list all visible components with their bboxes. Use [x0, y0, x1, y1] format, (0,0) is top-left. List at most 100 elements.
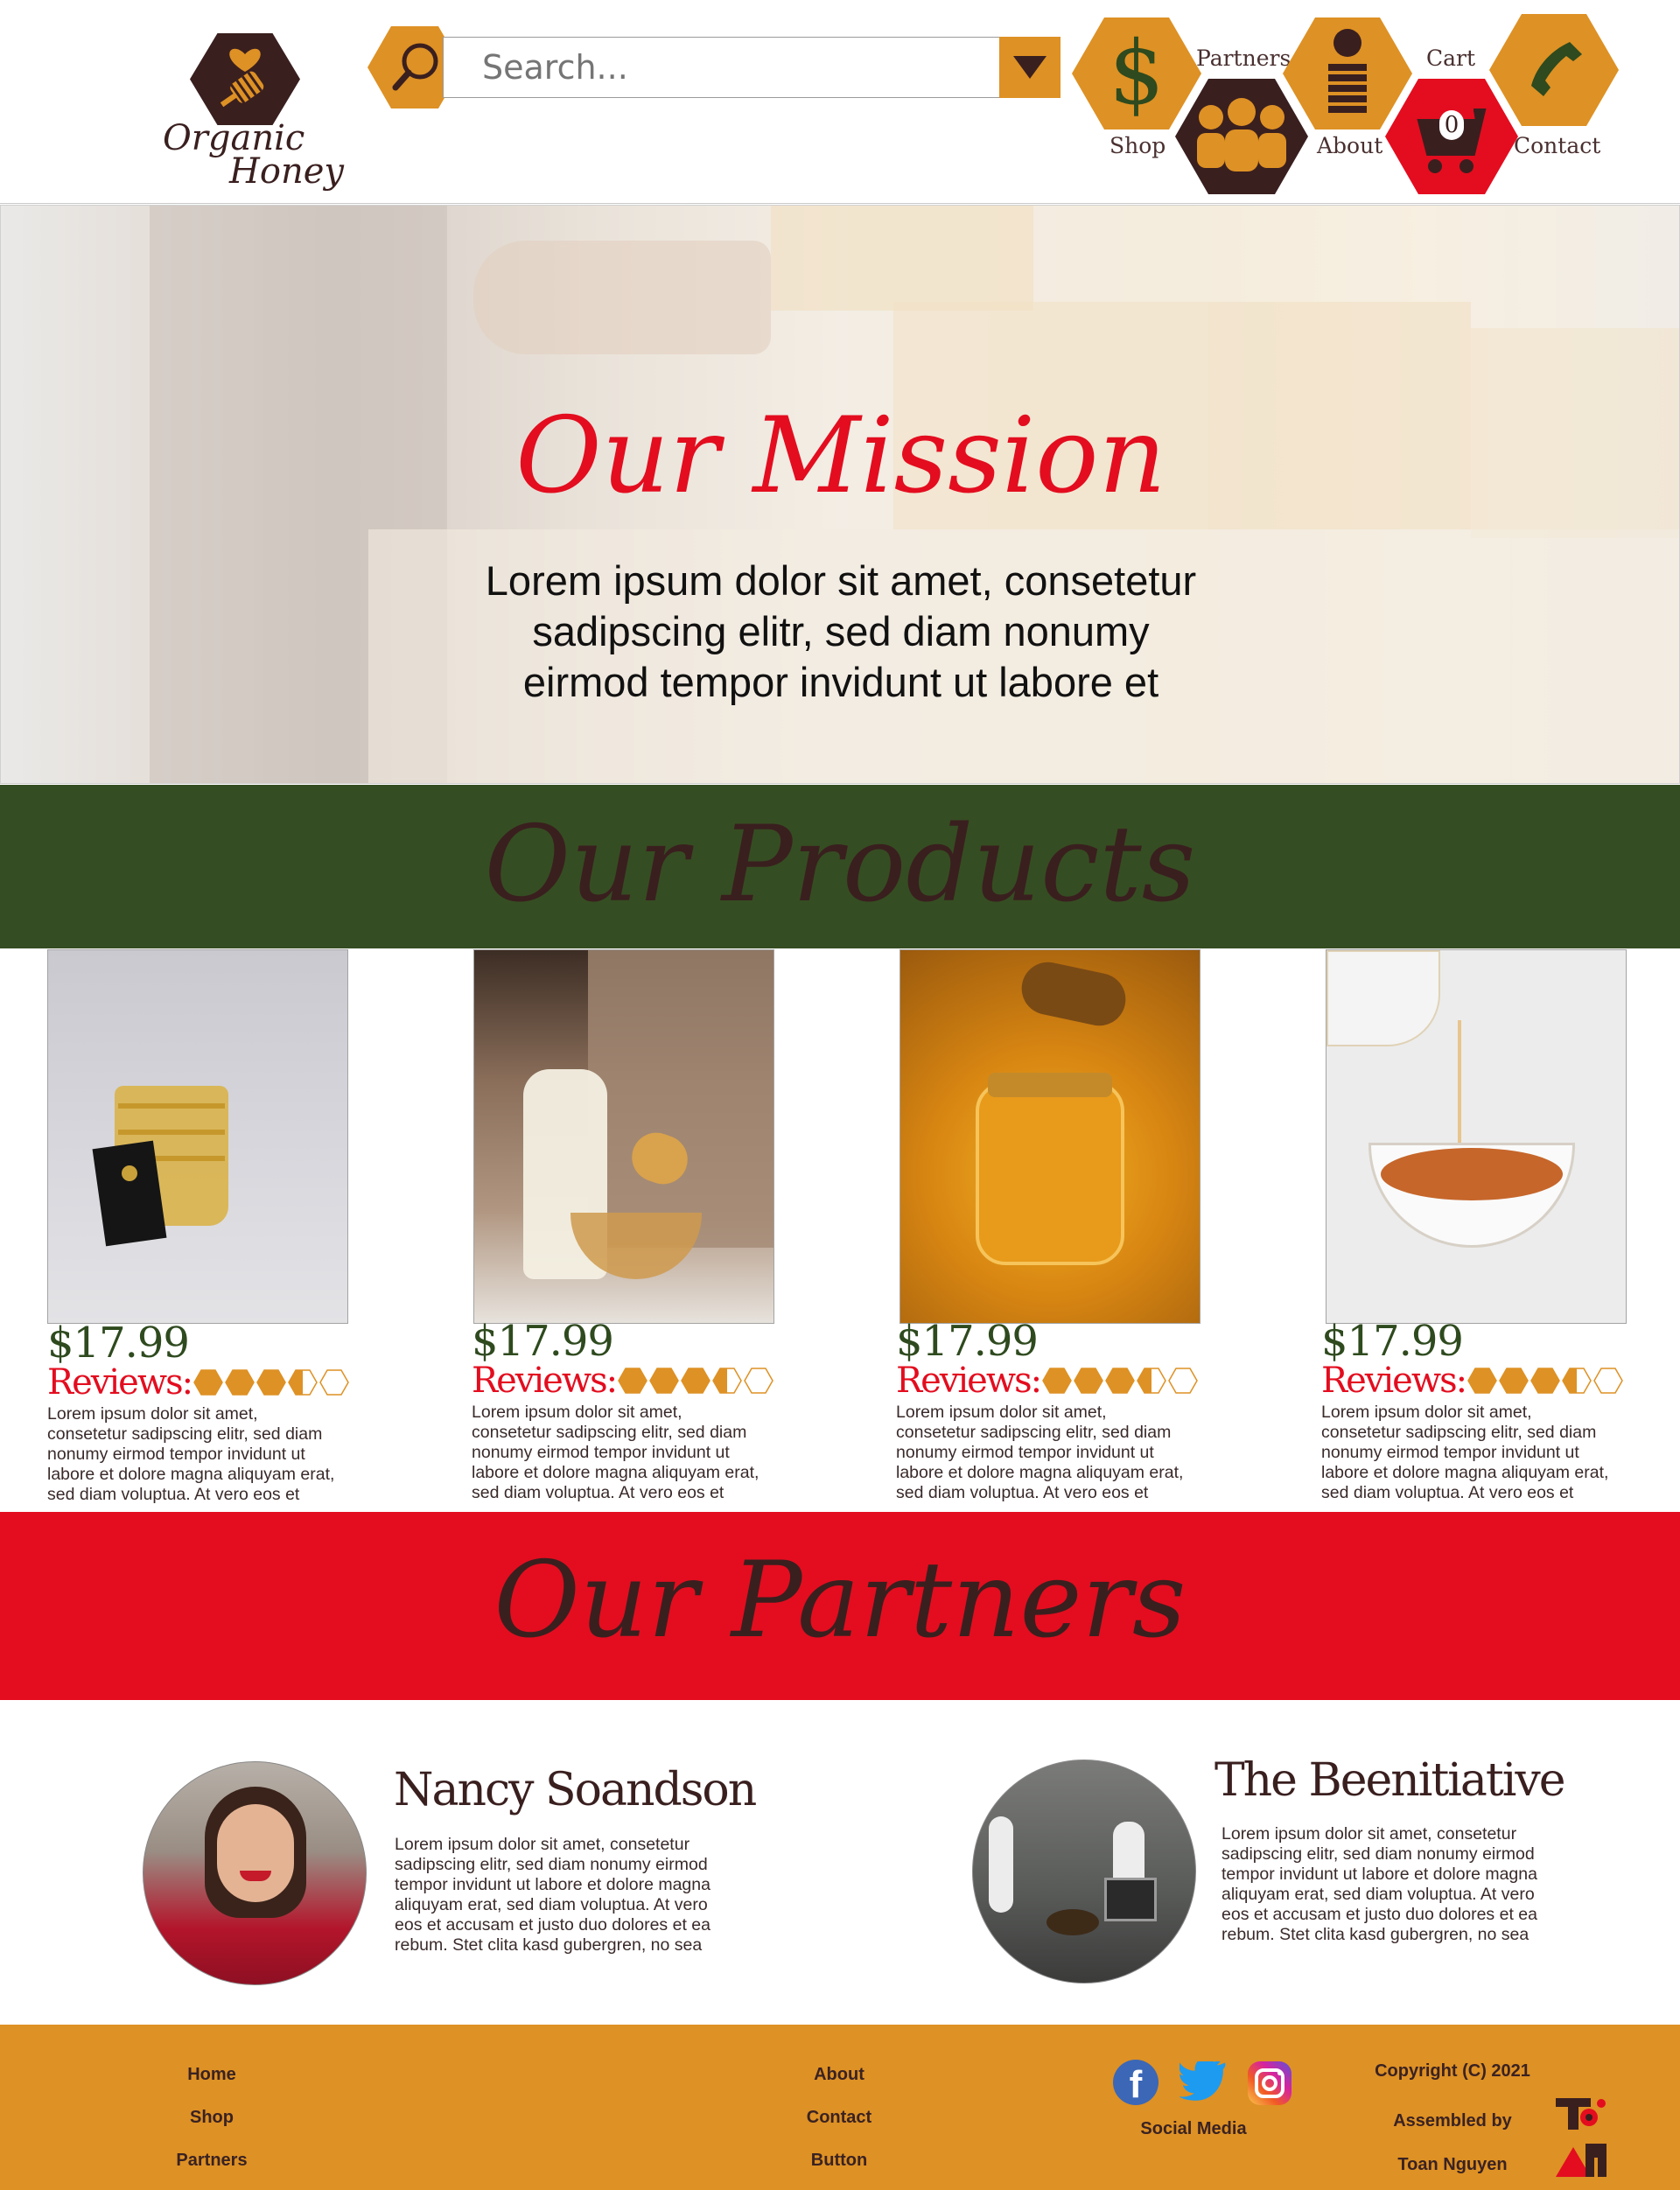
- honey-dipper-icon: [190, 33, 300, 125]
- desc-line: sed diam voluptua. At vero eos et: [47, 1485, 300, 1504]
- product-image-milk-honey[interactable]: [473, 949, 774, 1324]
- desc-line: aliquyam erat, sed diam voluptua. At ver…: [395, 1895, 708, 1914]
- rating-hexagons: [193, 1369, 351, 1396]
- twitter-icon[interactable]: [1180, 2061, 1228, 2103]
- nav-about-label[interactable]: About: [1317, 133, 1382, 158]
- partners-section-header: Our Partners: [0, 1512, 1680, 1700]
- rating-hexagon-icon: [1137, 1368, 1166, 1394]
- rating-hexagon-icon: [256, 1369, 286, 1396]
- product-description: Lorem ipsum dolor sit amet, consetetur s…: [896, 1403, 1198, 1503]
- desc-line: sed diam voluptua. At vero eos et: [472, 1483, 724, 1502]
- desc-line: labore et dolore magna aliquyam erat,: [472, 1463, 760, 1482]
- desc-line: labore et dolore magna aliquyam erat,: [896, 1463, 1184, 1482]
- product-price: $17.99: [896, 1317, 1039, 1366]
- product-card: $17.99 Reviews: Lorem ipsum dolor sit am…: [472, 1317, 787, 1503]
- rating-hexagon-icon: [649, 1368, 679, 1394]
- nav-partners-label[interactable]: Partners: [1196, 45, 1291, 71]
- rating-hexagon-icon: [1530, 1368, 1560, 1394]
- product-card: $17.99 Reviews: Lorem ipsum dolor sit am…: [896, 1317, 1211, 1503]
- product-price: $17.99: [47, 1319, 190, 1368]
- desc-line: Lorem ipsum dolor sit amet, consetetur: [1222, 1824, 1517, 1844]
- person-info-icon: [1328, 29, 1367, 113]
- cart-count-badge: 0: [1439, 110, 1464, 140]
- rating-hexagon-icon: [193, 1369, 223, 1396]
- desc-line: Lorem ipsum dolor sit amet,: [896, 1403, 1107, 1422]
- product-image-tea[interactable]: [1326, 949, 1627, 1324]
- desc-line: rebum. Stet clita kasd gubergren, no sea: [1222, 1925, 1530, 1944]
- nav-contact-button[interactable]: [1489, 14, 1619, 126]
- hero-title: Our Mission: [515, 395, 1166, 517]
- product-price: $17.99: [1321, 1317, 1464, 1366]
- reviews-label: Reviews:: [896, 1361, 1042, 1401]
- footer-link-about[interactable]: About: [752, 2065, 927, 2085]
- nav-shop-label[interactable]: Shop: [1110, 133, 1166, 158]
- rating-hexagon-icon: [319, 1369, 349, 1396]
- desc-line: Lorem ipsum dolor sit amet,: [1321, 1403, 1532, 1422]
- product-card: $17.99 Reviews: Lorem ipsum dolor sit am…: [1321, 1317, 1636, 1503]
- desc-line: nonumy eirmod tempor invidunt ut: [472, 1443, 730, 1462]
- facebook-icon[interactable]: f: [1113, 2060, 1158, 2106]
- logo[interactable]: Organic Honey: [158, 26, 350, 197]
- desc-line: sadipscing elitr, sed diam nonumy eirmod: [1222, 1844, 1535, 1864]
- nav-contact-label[interactable]: Contact: [1514, 133, 1600, 158]
- hero-body-line: Lorem ipsum dolor sit amet, consetetur: [485, 557, 1197, 604]
- author-name: Toan Nguyen: [1397, 2155, 1508, 2174]
- phone-icon: [1531, 42, 1582, 96]
- search-input[interactable]: [443, 37, 999, 98]
- chevron-down-icon: [1013, 56, 1046, 79]
- nav-cart-label[interactable]: Cart: [1426, 45, 1475, 71]
- product-description: Lorem ipsum dolor sit amet, consetetur s…: [1321, 1403, 1623, 1503]
- rating-hexagon-icon: [225, 1369, 255, 1396]
- rating-hexagon-icon: [712, 1368, 742, 1394]
- desc-line: rebum. Stet clita kasd gubergren, no sea: [395, 1935, 703, 1955]
- desc-line: Lorem ipsum dolor sit amet,: [47, 1404, 258, 1424]
- desc-line: nonumy eirmod tempor invidunt ut: [896, 1443, 1154, 1462]
- desc-line: consetetur sadipscing elitr, sed diam: [896, 1423, 1172, 1442]
- rating-hexagon-icon: [1467, 1368, 1497, 1394]
- hero-body: Lorem ipsum dolor sit amet, consetetur s…: [316, 556, 1366, 708]
- brand-name-line2: Honey: [229, 151, 344, 192]
- nav-about-button[interactable]: [1283, 17, 1412, 129]
- desc-line: sed diam voluptua. At vero eos et: [1321, 1483, 1574, 1502]
- footer-link-shop[interactable]: Shop: [124, 2108, 299, 2128]
- product-image-honey-jar[interactable]: [900, 949, 1200, 1324]
- product-price: $17.99: [472, 1317, 614, 1366]
- partners-title: Our Partners: [494, 1540, 1186, 1662]
- rating-hexagon-icon: [744, 1368, 774, 1394]
- partner-description: Lorem ipsum dolor sit amet, consetetur s…: [395, 1835, 745, 1956]
- reviews-label: Reviews:: [472, 1361, 618, 1401]
- people-icon: [1197, 98, 1286, 171]
- nav-shop-button[interactable]: $: [1072, 17, 1201, 129]
- partner-avatar-nancy[interactable]: [143, 1761, 367, 1985]
- rating-hexagon-icon: [1074, 1368, 1103, 1394]
- partner-name: The Beenitiative: [1214, 1754, 1566, 1807]
- desc-line: eos et accusam et justo duo dolores et e…: [395, 1915, 710, 1935]
- desc-line: aliquyam erat, sed diam voluptua. At ver…: [1222, 1885, 1535, 1904]
- desc-line: tempor invidunt ut labore et dolore magn…: [1222, 1865, 1537, 1884]
- nav-cart-button[interactable]: 0: [1385, 79, 1518, 194]
- footer-link-partners[interactable]: Partners: [124, 2151, 299, 2171]
- footer-link-home[interactable]: Home: [124, 2065, 299, 2085]
- rating-hexagons: [1467, 1368, 1625, 1394]
- reviews-label: Reviews:: [47, 1362, 193, 1403]
- rating-hexagon-icon: [1168, 1368, 1198, 1394]
- rating-hexagon-icon: [618, 1368, 648, 1394]
- hero-body-line: sadipscing elitr, sed diam nonumy: [532, 608, 1150, 654]
- rating-hexagon-icon: [1042, 1368, 1072, 1394]
- footer-link-contact[interactable]: Contact: [752, 2108, 927, 2128]
- partner-avatar-beenitiative[interactable]: [972, 1760, 1196, 1984]
- product-card: $17.99 Reviews: Lorem ipsum dolor sit am…: [47, 1319, 362, 1505]
- hero-banner: Our Mission Lorem ipsum dolor sit amet, …: [0, 205, 1680, 784]
- nav-partners-button[interactable]: [1175, 79, 1308, 194]
- search-dropdown-button[interactable]: [999, 37, 1060, 98]
- desc-line: consetetur sadipscing elitr, sed diam: [1321, 1423, 1597, 1442]
- partner-name: Nancy Soandson: [394, 1764, 757, 1816]
- designer-logo: [1556, 2098, 1606, 2177]
- site-footer: Home Shop Partners About Contact Button …: [0, 2025, 1680, 2190]
- desc-line: consetetur sadipscing elitr, sed diam: [472, 1423, 747, 1442]
- instagram-icon[interactable]: [1248, 2061, 1292, 2105]
- rating-hexagon-icon: [1499, 1368, 1529, 1394]
- product-image-candle[interactable]: [47, 949, 348, 1324]
- footer-link-button[interactable]: Button: [752, 2151, 927, 2171]
- desc-line: nonumy eirmod tempor invidunt ut: [1321, 1443, 1579, 1462]
